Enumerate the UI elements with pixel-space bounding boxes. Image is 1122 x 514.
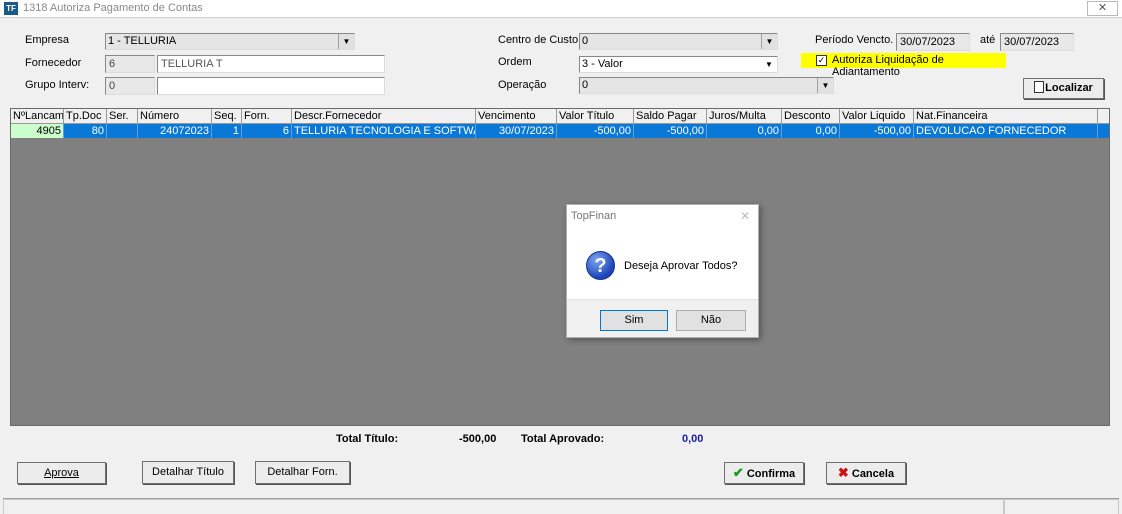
total-aprovado-value: 0,00: [682, 433, 704, 445]
confirma-button[interactable]: ✔ Confirma: [724, 462, 804, 484]
detalhar-titulo-button[interactable]: Detalhar Título: [142, 461, 234, 484]
search-doc-icon: [1034, 81, 1045, 94]
window-title: 1318 Autoriza Pagamento de Contas: [23, 2, 203, 14]
chevron-down-icon[interactable]: ▼: [338, 34, 354, 49]
cell-nat-financeira[interactable]: DEVOLUCAO FORNECEDOR: [914, 124, 1098, 138]
grupo-interv-label: Grupo Interv:: [25, 79, 90, 91]
fornecedor-label: Fornecedor: [25, 57, 82, 69]
ordem-select[interactable]: 3 - Valor ▼: [579, 56, 778, 73]
cell-seq[interactable]: 1: [212, 124, 242, 138]
col-header[interactable]: Juros/Multa: [707, 109, 782, 123]
cell-valor-titulo[interactable]: -500,00: [557, 124, 634, 138]
app-icon: TF: [4, 2, 18, 15]
centro-custo-select[interactable]: 0 ▼: [579, 33, 778, 50]
col-header[interactable]: NºLancam: [11, 109, 64, 123]
confirma-label: Confirma: [746, 468, 796, 480]
col-header[interactable]: Desconto: [782, 109, 840, 123]
localizar-button[interactable]: Localizar: [1023, 78, 1104, 99]
cell-juros-multa[interactable]: 0,00: [707, 124, 782, 138]
centro-custo-label: Centro de Custo:: [498, 34, 582, 46]
aprova-button[interactable]: Aprova: [17, 462, 106, 484]
check-icon: ✔: [732, 465, 744, 480]
autoriza-checkbox[interactable]: ✓: [816, 55, 827, 66]
col-header[interactable]: Valor Liquido: [840, 109, 914, 123]
chevron-down-icon[interactable]: ▼: [761, 34, 777, 49]
col-header[interactable]: Seq.: [212, 109, 242, 123]
grid-header: NºLancam Tp.Doc Ser. Número Seq. Forn. D…: [11, 109, 1109, 124]
col-header[interactable]: Saldo Pagar: [634, 109, 707, 123]
col-header[interactable]: Número: [138, 109, 212, 123]
ordem-label: Ordem: [498, 56, 532, 68]
yes-button[interactable]: Sim: [600, 310, 668, 331]
operacao-select[interactable]: 0 ▼: [579, 77, 834, 94]
grupo-code-field[interactable]: 0: [105, 77, 155, 95]
cell-descr-fornecedor[interactable]: TELLURIA TECNOLOGIA E SOFTWARE: [292, 124, 476, 138]
periodo-de-field[interactable]: 30/07/2023: [896, 33, 970, 51]
detalhar-forn-button[interactable]: Detalhar Forn.: [255, 461, 350, 484]
periodo-ate-field[interactable]: 30/07/2023: [1000, 33, 1074, 51]
col-header[interactable]: Tp.Doc: [64, 109, 107, 123]
operacao-value: 0: [582, 79, 589, 91]
cell-nlancam[interactable]: 4905: [11, 124, 64, 138]
dialog-footer: Sim Não: [567, 299, 758, 337]
status-panel: [1004, 499, 1119, 514]
localizar-label: Localizar: [1045, 82, 1093, 94]
chevron-down-icon[interactable]: ▼: [761, 57, 777, 72]
col-header[interactable]: Descr.Fornecedor: [292, 109, 476, 123]
dialog-close-icon[interactable]: ✕: [740, 209, 750, 223]
question-icon: ?: [586, 251, 615, 280]
col-header[interactable]: Ser.: [107, 109, 138, 123]
chevron-down-icon[interactable]: ▼: [817, 78, 833, 93]
no-button[interactable]: Não: [676, 310, 746, 331]
window-titlebar: TF 1318 Autoriza Pagamento de Contas ✕: [0, 0, 1122, 17]
status-panel: [3, 499, 1004, 514]
dialog-title: TopFinan: [571, 210, 617, 222]
titles-grid[interactable]: NºLancam Tp.Doc Ser. Número Seq. Forn. D…: [10, 108, 1110, 426]
col-header[interactable]: Vencimento: [476, 109, 557, 123]
confirm-dialog: TopFinan ✕ ? Deseja Aprovar Todos? Sim N…: [566, 204, 759, 338]
total-aprovado-label: Total Aprovado:: [521, 433, 605, 445]
total-titulo-value: -500,00: [459, 433, 497, 445]
empresa-value: 1 - TELLURIA: [108, 35, 177, 47]
total-titulo-label: Total Título:: [336, 433, 399, 445]
fornecedor-code-field[interactable]: 6: [105, 55, 155, 73]
cell-vencimento[interactable]: 30/07/2023: [476, 124, 557, 138]
col-header[interactable]: Nat.Financeira: [914, 109, 1098, 123]
cell-numero[interactable]: 24072023: [138, 124, 212, 138]
cell-valor-liquido[interactable]: -500,00: [840, 124, 914, 138]
cell-tpdoc[interactable]: 80: [64, 124, 107, 138]
cell-desconto[interactable]: 0,00: [782, 124, 840, 138]
autoriza-label: Autoriza Liquidação de Adiantamento: [832, 54, 944, 78]
window-close-button[interactable]: ✕: [1087, 1, 1118, 16]
status-bar: [3, 498, 1119, 514]
col-header[interactable]: Forn.: [242, 109, 292, 123]
cell-serie[interactable]: [107, 124, 138, 138]
empresa-label: Empresa: [25, 34, 70, 46]
empresa-select[interactable]: 1 - TELLURIA ▼: [105, 33, 355, 50]
table-row[interactable]: 4905 80 24072023 1 6 TELLURIA TECNOLOGIA…: [11, 124, 1109, 138]
autoriza-checkbox-row[interactable]: ✓ Autoriza Liquidação de Adiantamento: [801, 53, 1006, 78]
fornecedor-name-field[interactable]: TELLURIA T: [157, 55, 385, 73]
centro-custo-value: 0: [582, 35, 589, 47]
x-icon: ✖: [837, 465, 849, 480]
periodo-label: Período Vencto.: [815, 34, 894, 46]
cell-saldo-pagar[interactable]: -500,00: [634, 124, 707, 138]
operacao-label: Operação: [498, 79, 547, 91]
grupo-name-field[interactable]: [157, 77, 385, 95]
cancela-label: Cancela: [851, 468, 895, 480]
dialog-message: Deseja Aprovar Todos?: [624, 260, 738, 272]
ate-label: até: [980, 34, 996, 46]
cell-forn[interactable]: 6: [242, 124, 292, 138]
ordem-value: 3 - Valor: [582, 58, 623, 70]
cancela-button[interactable]: ✖ Cancela: [826, 462, 906, 484]
col-header[interactable]: Valor Título: [557, 109, 634, 123]
